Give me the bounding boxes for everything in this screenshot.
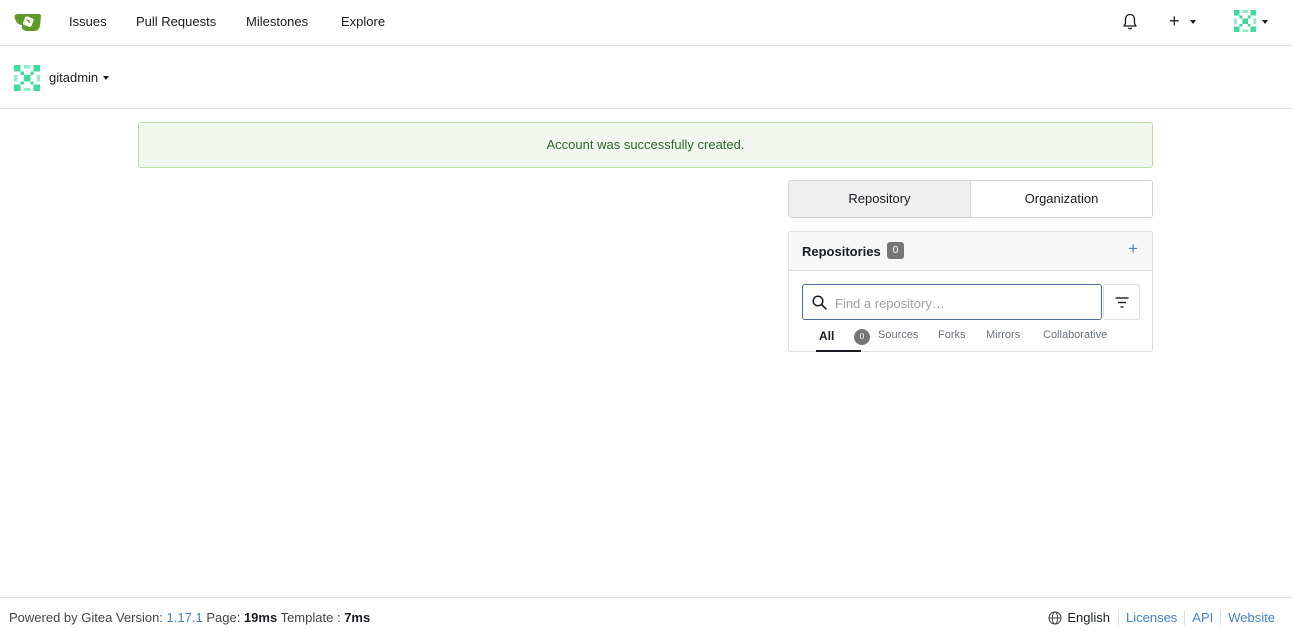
footer-link-website[interactable]: Website [1220,610,1282,625]
create-new-plus-icon[interactable]: + [1169,12,1180,30]
page-time-value: 19ms [243,610,278,625]
all-count-badge: 0 [854,329,870,345]
footer-links: English Licenses API Website [1048,610,1282,625]
chevron-down-icon[interactable] [1262,20,1268,24]
footer-version-info: Powered by Gitea Version: 1.17.1 Page: 1… [9,610,370,625]
repo-search-input[interactable] [835,293,1095,313]
powered-by-text: Powered by Gitea Version: [9,610,163,625]
nav-issues[interactable]: Issues [69,14,107,29]
template-time-value: 7ms [344,610,371,625]
dashboard-tab-switcher: Repository Organization [788,180,1153,218]
repo-filter-tabs: All 0 Sources Forks Mirrors Collaborativ… [802,327,1142,353]
globe-icon [1048,610,1062,625]
language-selector[interactable]: English [1067,610,1118,625]
user-avatar[interactable] [1234,10,1256,32]
search-icon [812,295,827,310]
add-repository-plus-icon[interactable]: + [1128,240,1138,258]
footer-link-licenses[interactable]: Licenses [1117,610,1184,625]
subtab-collaborative[interactable]: Collaborative [1043,329,1107,341]
repo-filter-button[interactable] [1103,284,1140,320]
context-username[interactable]: gitadmin [49,70,98,85]
page-time-label: Page: [206,610,241,625]
nav-milestones[interactable]: Milestones [246,14,308,29]
repositories-panel-header: Repositories 0 + [789,232,1152,271]
bell-icon[interactable] [1122,13,1138,31]
repo-search-box [802,284,1102,320]
chevron-down-icon[interactable] [103,76,109,80]
version-link[interactable]: 1.17.1 [167,610,203,625]
repo-count-badge: 0 [887,242,904,259]
nav-pull-requests[interactable]: Pull Requests [136,14,216,29]
repositories-panel: Repositories 0 + All 0 Sources Forks Mir… [788,231,1153,352]
page-footer: Powered by Gitea Version: 1.17.1 Page: 1… [0,597,1292,634]
success-flash-message: Account was successfully created. [138,122,1153,168]
avatar[interactable] [14,65,40,91]
context-switcher-bar: gitadmin [0,46,1292,109]
active-tab-underline [816,350,861,352]
gitea-logo-icon[interactable] [14,10,42,32]
nav-explore[interactable]: Explore [341,14,385,29]
filter-icon [1115,297,1129,308]
tab-repository[interactable]: Repository [789,181,971,217]
repositories-title: Repositories [802,244,881,259]
top-navbar: Issues Pull Requests Milestones Explore … [0,0,1292,46]
subtab-forks[interactable]: Forks [938,329,966,341]
tab-organization[interactable]: Organization [971,181,1152,217]
subtab-sources[interactable]: Sources [878,329,918,341]
footer-link-api[interactable]: API [1184,610,1220,625]
chevron-down-icon[interactable] [1190,20,1196,24]
subtab-all[interactable]: All [819,329,834,343]
subtab-mirrors[interactable]: Mirrors [986,329,1020,341]
template-time-label: Template : [280,610,341,625]
